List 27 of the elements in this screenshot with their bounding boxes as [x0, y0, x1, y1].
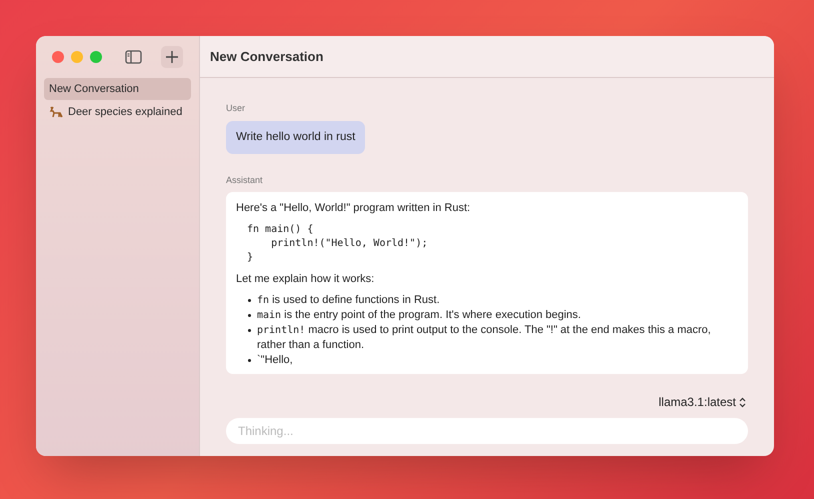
role-label: User [226, 102, 246, 115]
close-button[interactable] [52, 51, 64, 63]
conversation-item[interactable]: New Conversation [44, 78, 191, 100]
sidebar-toggle-icon[interactable] [125, 50, 142, 64]
window-title: New Conversation [210, 48, 324, 66]
list-item-text: println! macro is used to print output to the console. The "!" at the end makes this a macro, rather than a function. [257, 323, 712, 354]
zoom-button[interactable] [90, 51, 102, 63]
bullet-icon [248, 299, 251, 302]
list-item-text: main is the entry point of the program. It's where execution begins. [257, 308, 581, 324]
list-item-text: fn is used to define functions in Rust. [257, 293, 440, 308]
chevron-up-down-icon [739, 396, 746, 408]
bullet-icon [248, 359, 251, 362]
role-label: Assistant [226, 174, 264, 187]
paragraph: Let me explain how it works: [236, 272, 376, 288]
minimize-button[interactable] [71, 51, 83, 63]
bullet-icon [248, 329, 251, 332]
user-message: Write hello world in rust [226, 120, 366, 154]
conversation-item[interactable]: Deer species explained [44, 101, 191, 123]
new-chat-button[interactable] [161, 46, 183, 68]
bullet-icon [248, 314, 251, 318]
deer-icon [49, 106, 63, 118]
code-text: fn main() { println!("Hello, World!"); } [247, 223, 428, 266]
paragraph: Here's a "Hello, World!" program written in Rust: [236, 201, 472, 216]
list-item-text: `"Hello, [257, 353, 293, 368]
message-input[interactable]: Thinking... [226, 418, 748, 444]
plus-icon [166, 51, 178, 63]
model-picker[interactable]: llama3.1:latest [658, 393, 746, 411]
